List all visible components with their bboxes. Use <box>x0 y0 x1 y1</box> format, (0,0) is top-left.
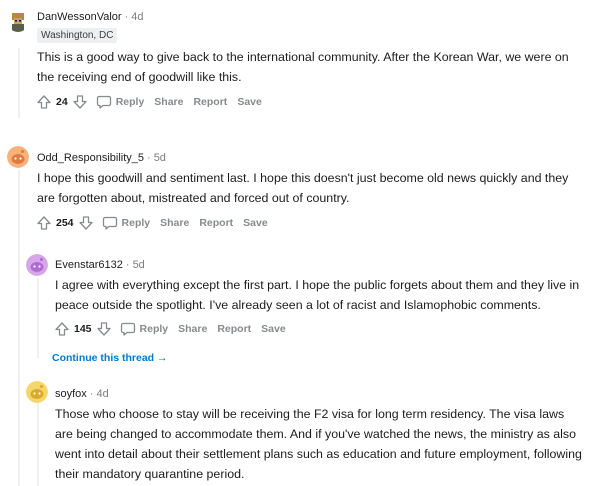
reply-button[interactable]: Reply <box>120 321 168 337</box>
username[interactable]: soyfox <box>55 388 87 400</box>
vote-count: 254 <box>56 217 74 229</box>
comment-body: Those who choose to stay will be receivi… <box>55 407 582 481</box>
comment-meta: DanWessonValor · 4d <box>37 11 144 23</box>
comment-meta: Evenstar6132 · 5d <box>55 259 145 271</box>
timestamp[interactable]: 4d <box>96 388 108 400</box>
downvote-icon[interactable] <box>96 321 112 337</box>
downvote-icon[interactable] <box>72 94 88 110</box>
avatar[interactable] <box>7 10 29 32</box>
comment-bubble-icon <box>120 321 136 337</box>
snoo-avatar-icon <box>7 146 29 168</box>
timestamp[interactable]: 5d <box>154 152 166 164</box>
continue-thread-link[interactable]: Continue this thread → <box>52 352 168 364</box>
timestamp[interactable]: 4d <box>131 11 143 23</box>
upvote-icon[interactable] <box>54 321 70 337</box>
save-button[interactable]: Save <box>237 96 262 108</box>
username[interactable]: DanWessonValor <box>37 11 122 23</box>
downvote-icon[interactable] <box>78 215 94 231</box>
save-button[interactable]: Save <box>261 323 286 335</box>
report-button[interactable]: Report <box>193 96 227 108</box>
username[interactable]: Odd_Responsibility_5 <box>37 152 144 164</box>
comment-actions: 145 Reply Share Report Save <box>54 319 286 339</box>
user-flair: Washington, DC <box>37 28 118 43</box>
user-avatar-icon <box>7 10 29 32</box>
vote-count: 145 <box>74 323 92 335</box>
username[interactable]: Evenstar6132 <box>55 259 123 271</box>
upvote-icon[interactable] <box>36 215 52 231</box>
comment-bubble-icon <box>96 94 112 110</box>
comment-body: This is a good way to give back to the i… <box>37 50 569 84</box>
save-button[interactable]: Save <box>243 217 268 229</box>
upvote-icon[interactable] <box>36 94 52 110</box>
avatar[interactable] <box>26 381 48 403</box>
thread-line[interactable] <box>18 170 20 486</box>
thread-line[interactable] <box>18 48 20 118</box>
share-button[interactable]: Share <box>178 323 207 335</box>
report-button[interactable]: Report <box>199 217 233 229</box>
thread-line[interactable] <box>37 278 39 358</box>
comment-body: I hope this goodwill and sentiment last.… <box>37 171 569 205</box>
thread-line[interactable] <box>37 400 39 486</box>
snoo-avatar-icon <box>26 381 48 403</box>
vote-controls: 254 <box>36 215 94 231</box>
vote-controls: 145 <box>54 321 112 337</box>
reply-button[interactable]: Reply <box>102 215 150 231</box>
vote-count: 24 <box>56 96 68 108</box>
avatar[interactable] <box>7 146 29 168</box>
share-button[interactable]: Share <box>154 96 183 108</box>
snoo-avatar-icon <box>26 254 48 276</box>
comment-bubble-icon <box>102 215 118 231</box>
comment-actions: 254 Reply Share Report Save <box>36 213 268 233</box>
report-button[interactable]: Report <box>217 323 251 335</box>
comment-meta: Odd_Responsibility_5 · 5d <box>37 152 166 164</box>
comment-body: I agree with everything except the first… <box>55 278 580 312</box>
share-button[interactable]: Share <box>160 217 189 229</box>
timestamp[interactable]: 5d <box>133 259 145 271</box>
reply-button[interactable]: Reply <box>96 94 144 110</box>
avatar[interactable] <box>26 254 48 276</box>
vote-controls: 24 <box>36 94 88 110</box>
comment-meta: soyfox · 4d <box>55 388 109 400</box>
comment-actions: 24 Reply Share Report Save <box>36 92 262 112</box>
